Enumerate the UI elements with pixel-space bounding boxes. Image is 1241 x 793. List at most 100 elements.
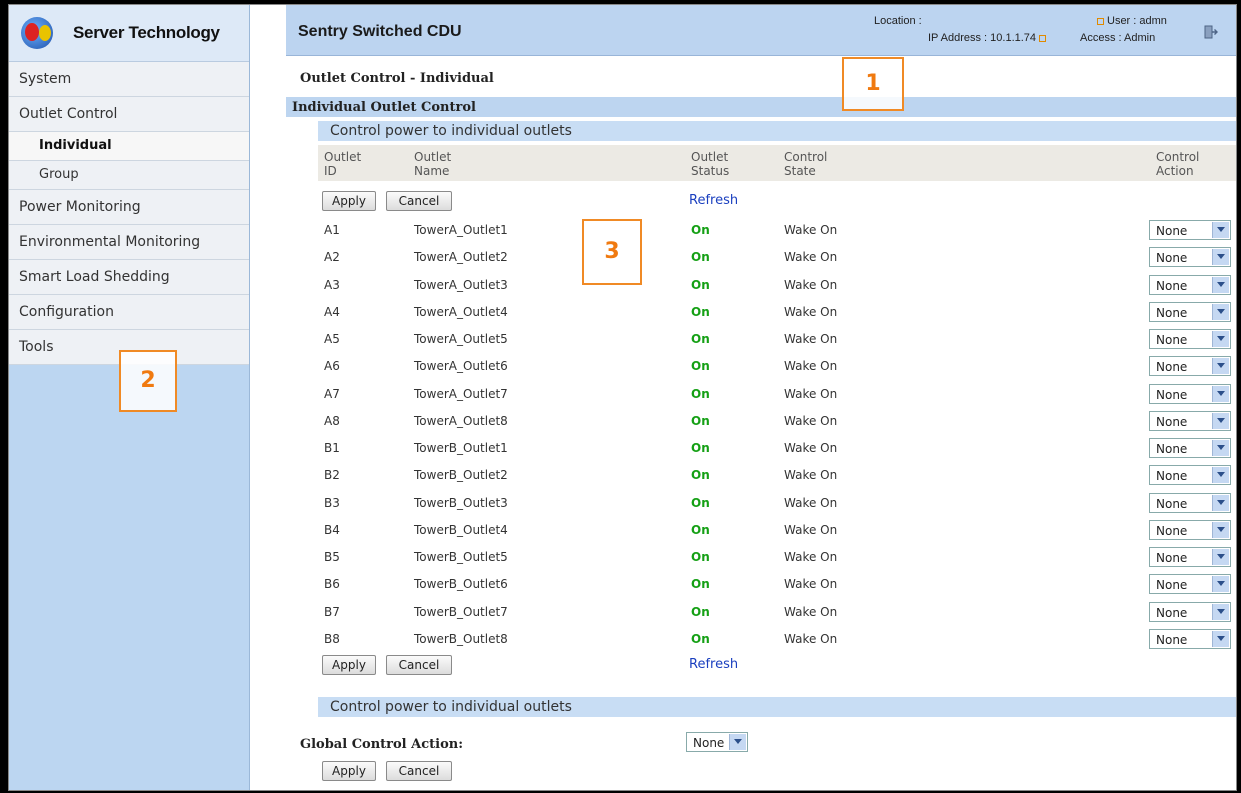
chevron-down-icon <box>1212 440 1229 456</box>
refresh-link-top[interactable]: Refresh <box>689 193 738 208</box>
cancel-button-bottom[interactable]: Cancel <box>386 655 452 675</box>
page-title: Outlet Control - Individual <box>300 71 494 86</box>
brand-name: Server Technology <box>73 23 220 42</box>
outlet-id: A2 <box>324 250 340 265</box>
cancel-button-top[interactable]: Cancel <box>386 191 452 211</box>
apply-button-global[interactable]: Apply <box>322 761 376 781</box>
outlet-status: On <box>691 304 710 319</box>
table-row: A7 TowerA_Outlet7 On Wake On None <box>286 381 1236 408</box>
col-control-action: Control Action <box>1156 150 1200 178</box>
table-row: B1 TowerB_Outlet1 On Wake On None <box>286 435 1236 462</box>
outlet-name: TowerB_Outlet8 <box>414 631 508 646</box>
control-state: Wake On <box>784 250 838 265</box>
outlet-name: TowerB_Outlet6 <box>414 577 508 592</box>
control-action-select[interactable]: None <box>1149 438 1231 458</box>
control-action-select[interactable]: None <box>1149 220 1231 240</box>
sidebar-item-smart-load-shedding[interactable]: Smart Load Shedding <box>9 260 249 295</box>
outlet-status: On <box>691 359 710 374</box>
table-row: A6 TowerA_Outlet6 On Wake On None <box>286 353 1236 380</box>
logout-icon[interactable] <box>1204 25 1218 39</box>
sidebar-item-individual[interactable]: Individual <box>9 132 249 161</box>
outlet-status: On <box>691 386 710 401</box>
sidebar-item-group[interactable]: Group <box>9 161 249 190</box>
outlet-name: TowerA_Outlet1 <box>414 223 508 237</box>
control-state: Wake On <box>784 631 838 646</box>
outlet-status: On <box>691 332 710 346</box>
outlet-status: On <box>691 250 710 265</box>
outlet-id: B6 <box>324 577 340 592</box>
outlet-id: A3 <box>324 277 340 292</box>
outlet-name: TowerB_Outlet2 <box>414 468 508 483</box>
apply-button-bottom[interactable]: Apply <box>322 655 376 675</box>
table-row: B3 TowerB_Outlet3 On Wake On None <box>286 490 1236 517</box>
refresh-link-bottom[interactable]: Refresh <box>689 657 738 672</box>
sidebar-item-outlet-control[interactable]: Outlet Control <box>9 97 249 132</box>
control-action-select[interactable]: None <box>1149 247 1231 268</box>
chevron-down-icon <box>1212 276 1229 293</box>
cancel-button-global[interactable]: Cancel <box>386 761 452 781</box>
table-row: B5 TowerB_Outlet5 On Wake On None <box>286 544 1236 571</box>
control-state: Wake On <box>784 386 838 401</box>
location-label: Location : <box>874 15 922 27</box>
control-state: Wake On <box>784 359 838 374</box>
control-state: Wake On <box>784 277 838 292</box>
sidebar-item-configuration[interactable]: Configuration <box>9 295 249 330</box>
outlet-status: On <box>691 631 710 646</box>
control-action-select[interactable]: None <box>1149 274 1231 295</box>
outlet-name: TowerB_Outlet4 <box>414 522 508 537</box>
outlet-name: TowerB_Outlet7 <box>414 604 508 619</box>
outlet-name: TowerA_Outlet4 <box>414 304 508 319</box>
sidebar-item-environmental-monitoring[interactable]: Environmental Monitoring <box>9 225 249 260</box>
brand-header: Server Technology <box>9 5 249 62</box>
apply-button-top[interactable]: Apply <box>322 191 376 211</box>
global-control-select[interactable]: None <box>686 732 748 752</box>
user-label: User : admn <box>1094 15 1167 27</box>
control-action-select[interactable]: None <box>1149 329 1231 349</box>
chevron-down-icon <box>1212 222 1229 238</box>
control-action-select[interactable]: None <box>1149 574 1231 595</box>
section-title: Individual Outlet Control <box>292 100 476 115</box>
table-row: A5 TowerA_Outlet5 On Wake On None <box>286 326 1236 353</box>
sidebar-item-system[interactable]: System <box>9 62 249 97</box>
global-control-label: Global Control Action: <box>300 737 464 752</box>
brand-logo-icon <box>19 15 57 51</box>
control-action-select[interactable]: None <box>1149 519 1231 540</box>
control-action-select[interactable]: None <box>1149 410 1231 431</box>
col-outlet-status: Outlet Status <box>691 150 730 178</box>
outlet-id: A6 <box>324 359 340 374</box>
outlet-id: A8 <box>324 413 340 428</box>
control-action-select[interactable]: None <box>1149 383 1231 404</box>
subsection-title: Control power to individual outlets <box>330 123 572 139</box>
outlet-name: TowerA_Outlet8 <box>414 413 508 428</box>
control-state: Wake On <box>784 577 838 592</box>
sidebar-item-power-monitoring[interactable]: Power Monitoring <box>9 190 249 225</box>
control-action-select[interactable]: None <box>1149 628 1231 649</box>
chevron-down-icon <box>1212 331 1229 347</box>
outlet-name: TowerB_Outlet1 <box>414 441 508 455</box>
control-action-select[interactable]: None <box>1149 601 1231 622</box>
bullet-icon <box>1097 17 1104 25</box>
control-state: Wake On <box>784 304 838 319</box>
table-row: A3 TowerA_Outlet3 On Wake On None <box>286 272 1236 299</box>
outlet-status: On <box>691 550 710 564</box>
outlet-name: TowerB_Outlet5 <box>414 550 508 564</box>
control-action-select[interactable]: None <box>1149 301 1231 322</box>
chevron-down-icon <box>1212 576 1229 593</box>
table-row: A1 TowerA_Outlet1 On Wake On None <box>286 217 1236 244</box>
col-outlet-id: Outlet ID <box>324 150 362 178</box>
table-row: B4 TowerB_Outlet4 On Wake On None <box>286 517 1236 544</box>
control-action-select[interactable]: None <box>1149 547 1231 567</box>
outlet-status: On <box>691 413 710 428</box>
control-action-select[interactable]: None <box>1149 465 1231 486</box>
main-content: Outlet Control - Individual Individual O… <box>286 57 1236 790</box>
callout-marker-3: 3 <box>582 219 642 285</box>
outlet-status: On <box>691 495 710 510</box>
outlet-status: On <box>691 604 710 619</box>
control-action-select[interactable]: None <box>1149 356 1231 377</box>
column-header-row <box>318 145 1236 181</box>
subsection-title-2: Control power to individual outlets <box>330 699 572 715</box>
sidebar: Server Technology System Outlet Control … <box>9 5 250 790</box>
control-state: Wake On <box>784 413 838 428</box>
control-action-select[interactable]: None <box>1149 492 1231 513</box>
chevron-down-icon <box>1212 467 1229 484</box>
